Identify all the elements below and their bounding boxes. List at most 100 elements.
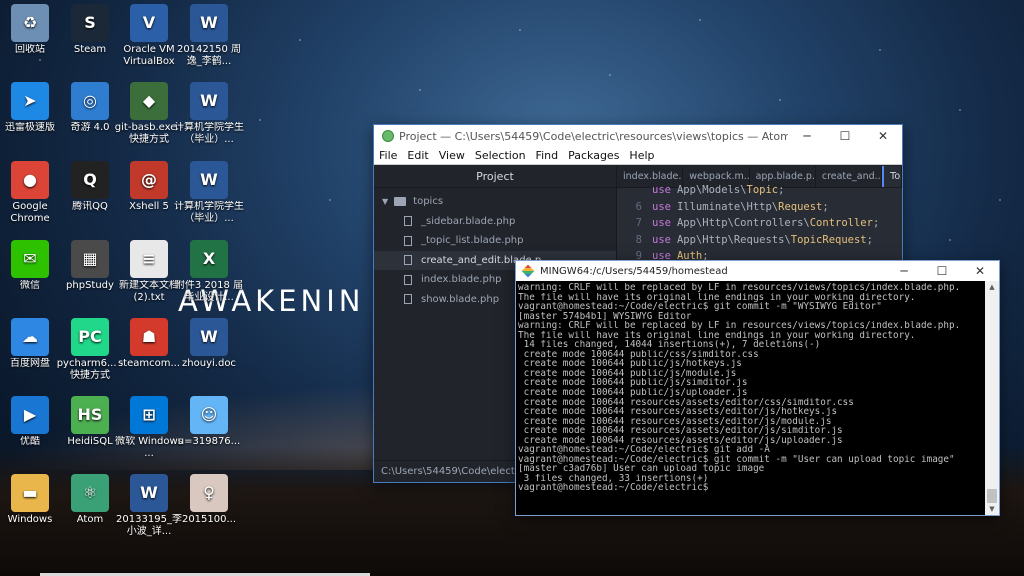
atom-icon: ⚛ bbox=[71, 474, 109, 512]
terminal-titlebar[interactable]: MINGW64:/c/Users/54459/homestead ─ ☐ ✕ bbox=[516, 261, 999, 281]
maximize-button[interactable]: ☐ bbox=[826, 125, 864, 147]
desktop-shortcut[interactable]: Wzhouyi.doc bbox=[172, 318, 246, 370]
code-class: Request bbox=[778, 200, 823, 213]
word-doc-icon: W bbox=[190, 318, 228, 356]
terminal-line: warning: CRLF will be replaced by LF in … bbox=[518, 283, 961, 293]
file-icon bbox=[404, 235, 412, 246]
tree-file-label: _sidebar.blade.php bbox=[421, 215, 516, 227]
terminal-line: The file will have its original line end… bbox=[518, 330, 916, 341]
desktop-shortcut-label: 计算机学院学生（毕业）... bbox=[174, 122, 244, 145]
youku-icon: ▶ bbox=[11, 396, 49, 434]
atom-menubar: File Edit View Selection Find Packages H… bbox=[374, 147, 902, 165]
image-file-icon: ♀ bbox=[190, 474, 228, 512]
desktop-shortcut[interactable]: W 计算机学院学生（毕业）... bbox=[172, 161, 246, 225]
menu-edit[interactable]: Edit bbox=[402, 149, 433, 162]
terminal-line: warning: CRLF will be replaced by LF in … bbox=[518, 321, 961, 331]
code-semicolon: ; bbox=[822, 200, 829, 213]
code-namespace: App\Http\Requests\ bbox=[676, 233, 791, 246]
xshell-icon: @ bbox=[130, 161, 168, 199]
text-file-icon: ≡ bbox=[130, 240, 168, 278]
close-button[interactable]: ✕ bbox=[864, 125, 902, 147]
file-icon bbox=[404, 216, 412, 227]
terminal-title: MINGW64:/c/Users/54459/homestead bbox=[540, 265, 728, 277]
code-namespace: App\Http\Controllers\ bbox=[676, 217, 810, 229]
word-doc-icon: W bbox=[190, 4, 228, 42]
code-keyword: use bbox=[652, 217, 671, 229]
minimize-button[interactable]: ─ bbox=[885, 260, 923, 282]
image-file-icon: ☺ bbox=[190, 396, 228, 434]
tree-folder-label: topics bbox=[413, 196, 444, 207]
tree-folder-topics[interactable]: ▼ topics bbox=[374, 192, 616, 212]
word-doc-icon: W bbox=[190, 82, 228, 120]
code-class: Topic bbox=[746, 184, 779, 196]
thunder-icon: ➤ bbox=[11, 82, 49, 120]
terminal-line: The file will have its original line end… bbox=[518, 292, 916, 303]
menu-help[interactable]: Help bbox=[624, 149, 659, 162]
file-icon bbox=[404, 274, 412, 285]
close-button[interactable]: ✕ bbox=[961, 260, 999, 282]
file-icon bbox=[404, 294, 412, 305]
tree-file[interactable]: _sidebar.blade.php bbox=[374, 212, 616, 232]
desktop-shortcut[interactable]: W 计算机学院学生（毕业）... bbox=[172, 82, 246, 146]
line-number: 7 bbox=[635, 217, 642, 229]
line-number: 6 bbox=[635, 200, 642, 213]
desktop-shortcut-label: zhouyi.doc bbox=[182, 358, 236, 369]
editor-tab-active[interactable]: Top bbox=[882, 166, 902, 187]
minimize-button[interactable]: ─ bbox=[788, 125, 826, 147]
editor-tab[interactable]: create_and... bbox=[816, 166, 883, 187]
terminal-line: [master c3ad76b] User can upload topic i… bbox=[518, 464, 765, 474]
desktop-shortcut[interactable]: X 附件3 2018 届毕业设计... bbox=[172, 240, 246, 304]
virtualbox-icon: V bbox=[130, 4, 168, 42]
scroll-down-icon[interactable]: ▼ bbox=[985, 503, 999, 515]
word-doc-icon: W bbox=[130, 474, 168, 512]
steamcommunity-icon: ☗ bbox=[130, 318, 168, 356]
git-bash-icon: ◆ bbox=[130, 82, 168, 120]
line-number bbox=[617, 182, 642, 199]
code-namespace: Illuminate\Http\ bbox=[676, 200, 779, 213]
file-icon bbox=[404, 255, 412, 266]
menu-find[interactable]: Find bbox=[531, 149, 564, 162]
code-line: 6 use Illuminate\Http\ Request ; bbox=[617, 199, 902, 216]
menu-view[interactable]: View bbox=[434, 149, 470, 162]
desktop-shortcut-label: 20142150 周逸_李鹤... bbox=[176, 44, 242, 67]
desktop-shortcut[interactable]: ♀ 2015100... bbox=[172, 474, 246, 526]
maximize-button[interactable]: ☐ bbox=[923, 260, 961, 282]
word-doc-icon: W bbox=[190, 161, 228, 199]
atom-app-icon bbox=[382, 130, 394, 142]
terminal-line: vagrant@homestead:~/Code/electric$ bbox=[518, 483, 709, 494]
terminal-line: vagrant@homestead:~/Code/electric$ git c… bbox=[518, 454, 955, 465]
terminal-line: 14 files changed, 14044 insertions(+), 7… bbox=[518, 340, 821, 350]
terminal-window[interactable]: MINGW64:/c/Users/54459/homestead ─ ☐ ✕ w… bbox=[515, 260, 1000, 516]
atom-window-title: Project — C:\Users\54459\Code\electric\r… bbox=[399, 129, 788, 143]
pycharm-icon: PC bbox=[71, 318, 109, 356]
terminal-line: create mode 100644 public/js/hotkeys.js bbox=[518, 359, 742, 369]
menu-packages[interactable]: Packages bbox=[563, 149, 624, 162]
terminal-scrollbar[interactable]: ▲ ▼ bbox=[985, 281, 999, 515]
desktop-shortcut-label: 2015100... bbox=[181, 514, 237, 525]
code-line: 8 use App\Http\Requests\ TopicRequest ; bbox=[617, 232, 902, 249]
scroll-thumb[interactable] bbox=[987, 489, 997, 503]
terminal-line: [master 574b4b1] WYSIWYG Editor bbox=[518, 311, 692, 322]
folder-icon bbox=[394, 197, 407, 207]
desktop-shortcut-label: 计算机学院学生（毕业）... bbox=[174, 201, 244, 224]
folder-icon: ▬ bbox=[11, 474, 49, 512]
desktop-shortcut[interactable]: W 20142150 周逸_李鹤... bbox=[172, 4, 246, 68]
terminal-line: create mode 100644 resources/assets/edit… bbox=[518, 397, 854, 408]
terminal-output[interactable]: warning: CRLF will be replaced by LF in … bbox=[516, 281, 985, 515]
scroll-up-icon[interactable]: ▲ bbox=[985, 281, 999, 293]
menu-file[interactable]: File bbox=[374, 149, 402, 162]
terminal-line: create mode 100644 public/js/uploader.js bbox=[518, 388, 748, 398]
terminal-line: create mode 100644 public/js/module.js bbox=[518, 368, 737, 379]
code-class: TopicRequest bbox=[790, 233, 867, 246]
tree-file[interactable]: _topic_list.blade.php bbox=[374, 231, 616, 251]
atom-titlebar[interactable]: Project — C:\Users\54459\Code\electric\r… bbox=[374, 125, 902, 147]
heidisql-icon: HS bbox=[71, 396, 109, 434]
excel-icon: X bbox=[190, 240, 228, 278]
terminal-line: create mode 100644 public/js/simditor.js bbox=[518, 378, 748, 389]
desktop-shortcut[interactable]: ☺ u=319876... bbox=[172, 396, 246, 448]
code-keyword: use bbox=[652, 233, 671, 246]
tree-file-label: show.blade.php bbox=[421, 293, 500, 305]
menu-selection[interactable]: Selection bbox=[470, 149, 531, 162]
code-keyword: use bbox=[652, 200, 671, 213]
line-number: 8 bbox=[635, 233, 642, 246]
